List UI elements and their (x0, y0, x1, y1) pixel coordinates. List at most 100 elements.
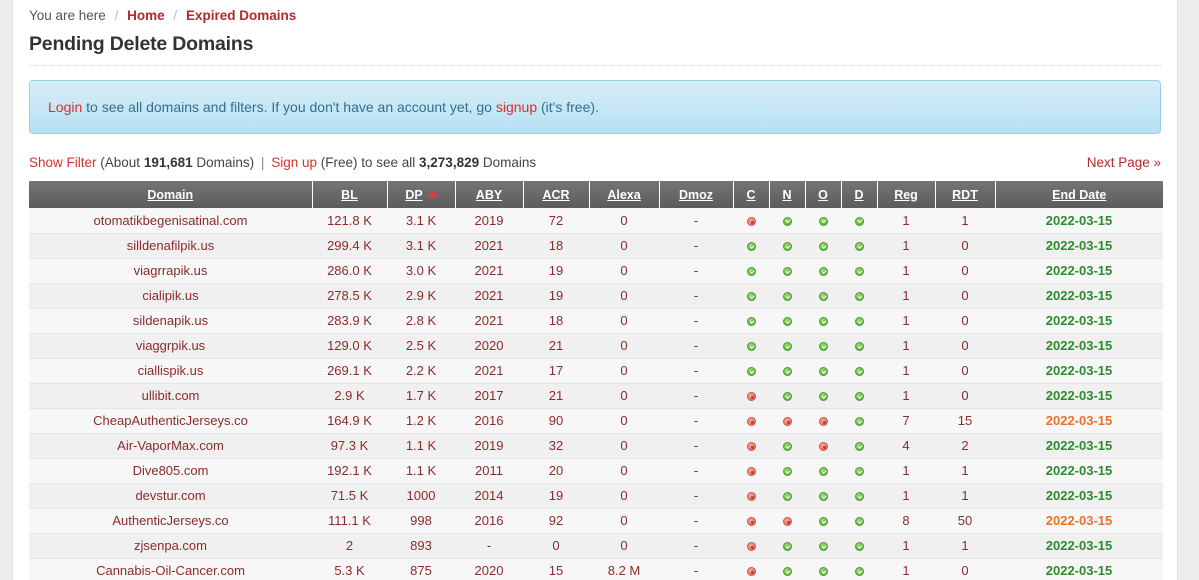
cell-flag-o (805, 408, 841, 434)
filter-bar: Show Filter (About 191,681 Domains) | Si… (29, 154, 1161, 172)
table-row[interactable]: ullibit.com 2.9 K 1.7 K 2017 21 0-1 0 2022-03-1… (29, 383, 1163, 409)
sign-up-link[interactable]: Sign up (271, 155, 317, 170)
cell-domain[interactable]: ciallispik.us (29, 358, 312, 384)
column-header-n[interactable]: N (768, 181, 806, 208)
next-page-link[interactable]: Next Page » (1087, 155, 1161, 170)
table-row[interactable]: CheapAuthenticJerseys.co 164.9 K 1.2 K 2016… (29, 408, 1163, 434)
cell-alexa: 0 (589, 308, 659, 334)
domain-link[interactable]: CheapAuthenticJerseys.co (93, 413, 248, 428)
column-header-label-reg[interactable]: Reg (894, 188, 918, 202)
cell-aby: 2020 (455, 333, 523, 359)
table-row[interactable]: AuthenticJerseys.co 111.1 K 998 2016 92 0- 8 50… (29, 508, 1163, 534)
cell-alexa: 0 (589, 208, 659, 234)
cell-flag-n (769, 208, 805, 234)
column-header-domain[interactable]: Domain (29, 181, 313, 208)
domain-link[interactable]: viaggrpik.us (136, 338, 205, 353)
check-circle-icon (782, 467, 792, 477)
column-header-label-rdt[interactable]: RDT (952, 188, 978, 202)
cell-domain[interactable]: viaggrpik.us (29, 333, 312, 359)
cell-domain[interactable]: Dive805.com (29, 458, 312, 484)
domain-link[interactable]: otomatikbegenisatinal.com (94, 213, 248, 228)
domain-link[interactable]: silldenafilpik.us (127, 238, 214, 253)
column-header-end_date[interactable]: End Date (994, 181, 1163, 208)
table-row[interactable]: silldenafilpik.us 299.4 K 3.1 K 2021 18 0-1 0 2… (29, 233, 1163, 259)
column-header-label-domain[interactable]: Domain (147, 188, 193, 202)
cell-domain[interactable]: ullibit.com (29, 383, 312, 409)
domain-link[interactable]: Cannabis-Oil-Cancer.com (96, 563, 245, 578)
column-header-label-alexa[interactable]: Alexa (607, 188, 640, 202)
column-header-acr[interactable]: ACR (522, 181, 590, 208)
column-header-o[interactable]: O (804, 181, 842, 208)
table-row[interactable]: ciallispik.us 269.1 K 2.2 K 2021 17 0-1 0 2022-… (29, 358, 1163, 384)
domain-link[interactable]: cialipik.us (142, 288, 198, 303)
table-row[interactable]: Cannabis-Oil-Cancer.com 5.3 K 875 2020 15 8.2… (29, 558, 1163, 580)
table-row[interactable]: viagrrapik.us 286.0 K 3.0 K 2021 19 0-1 0 2022-… (29, 258, 1163, 284)
column-header-label-bl[interactable]: BL (341, 188, 358, 202)
cell-domain[interactable]: devstur.com (29, 483, 312, 509)
column-header-label-end_date[interactable]: End Date (1052, 188, 1106, 202)
cell-dp: 1000 (387, 483, 455, 509)
cell-end-date: 2022-03-15 (995, 533, 1163, 559)
column-header-bl[interactable]: BL (311, 181, 388, 208)
domain-link[interactable]: zjsenpa.com (134, 538, 207, 553)
column-header-alexa[interactable]: Alexa (588, 181, 660, 208)
column-header-c[interactable]: C (732, 181, 770, 208)
cell-bl: 192.1 K (312, 458, 387, 484)
domain-link[interactable]: ciallispik.us (138, 363, 204, 378)
table-row[interactable]: otomatikbegenisatinal.com 121.8 K 3.1 K 201… (29, 208, 1163, 234)
column-header-label-c[interactable]: C (746, 188, 755, 202)
table-row[interactable]: zjsenpa.com 2 893-0 0-1 1 2022-03-15 (29, 533, 1163, 559)
cell-domain[interactable]: CheapAuthenticJerseys.co (29, 408, 312, 434)
cell-domain[interactable]: otomatikbegenisatinal.com (29, 208, 312, 234)
cell-flag-n (769, 533, 805, 559)
domain-link[interactable]: AuthenticJerseys.co (112, 513, 228, 528)
column-header-dp[interactable]: DP (386, 181, 456, 208)
domain-link[interactable]: devstur.com (135, 488, 205, 503)
cell-domain[interactable]: sildenapik.us (29, 308, 312, 334)
column-header-label-dmoz[interactable]: Dmoz (679, 188, 713, 202)
column-header-d[interactable]: D (840, 181, 878, 208)
cell-domain[interactable]: cialipik.us (29, 283, 312, 309)
domain-link[interactable]: viagrrapik.us (134, 263, 208, 278)
column-header-reg[interactable]: Reg (876, 181, 936, 208)
cell-domain[interactable]: viagrrapik.us (29, 258, 312, 284)
column-header-label-n[interactable]: N (782, 188, 791, 202)
cell-flag-c (733, 483, 769, 509)
column-header-label-dp[interactable]: DP (405, 188, 422, 202)
cell-end-date: 2022-03-15 (995, 433, 1163, 459)
cell-dmoz: - (659, 433, 733, 459)
banner-signup-link[interactable]: signup (496, 99, 537, 115)
show-filter-link[interactable]: Show Filter (29, 155, 97, 170)
cell-domain[interactable]: AuthenticJerseys.co (29, 508, 312, 534)
table-row[interactable]: viaggrpik.us 129.0 K 2.5 K 2020 21 0-1 0 2022-0… (29, 333, 1163, 359)
table-row[interactable]: cialipik.us 278.5 K 2.9 K 2021 19 0-1 0 2022-03… (29, 283, 1163, 309)
table-row[interactable]: Air-VaporMax.com 97.3 K 1.1 K 2019 32 0- 4 2 202… (29, 433, 1163, 459)
cell-flag-n (769, 358, 805, 384)
column-header-label-aby[interactable]: ABY (476, 188, 502, 202)
cell-domain[interactable]: silldenafilpik.us (29, 233, 312, 259)
column-header-dmoz[interactable]: Dmoz (658, 181, 734, 208)
cell-domain[interactable]: zjsenpa.com (29, 533, 312, 559)
domain-link[interactable]: Air-VaporMax.com (117, 438, 224, 453)
table-row[interactable]: devstur.com 71.5 K 1000 2014 19 0-1 1 2022-03-1… (29, 483, 1163, 509)
column-header-label-acr[interactable]: ACR (542, 188, 569, 202)
domain-link[interactable]: sildenapik.us (133, 313, 208, 328)
column-header-label-o[interactable]: O (818, 188, 828, 202)
table-row[interactable]: sildenapik.us 283.9 K 2.8 K 2021 18 0-1 0 2022-… (29, 308, 1163, 334)
alert-circle-icon (746, 442, 756, 452)
breadcrumb-link-expired-domains[interactable]: Expired Domains (186, 8, 296, 23)
column-header-rdt[interactable]: RDT (934, 181, 996, 208)
domain-link[interactable]: ullibit.com (142, 388, 200, 403)
banner-login-link[interactable]: Login (48, 99, 82, 115)
cell-domain[interactable]: Air-VaporMax.com (29, 433, 312, 459)
cell-flag-n (769, 508, 805, 534)
table-row[interactable]: Dive805.com 192.1 K 1.1 K 2011 20 0-1 1 2022-03… (29, 458, 1163, 484)
column-header-label-d[interactable]: D (854, 188, 863, 202)
column-header-aby[interactable]: ABY (454, 181, 524, 208)
cell-domain[interactable]: Cannabis-Oil-Cancer.com (29, 558, 312, 580)
cell-dp: 1.7 K (387, 383, 455, 409)
domain-link[interactable]: Dive805.com (133, 463, 209, 478)
cell-bl: 111.1 K (312, 508, 387, 534)
breadcrumb-link-home[interactable]: Home (127, 8, 165, 23)
cell-reg: 1 (877, 458, 935, 484)
